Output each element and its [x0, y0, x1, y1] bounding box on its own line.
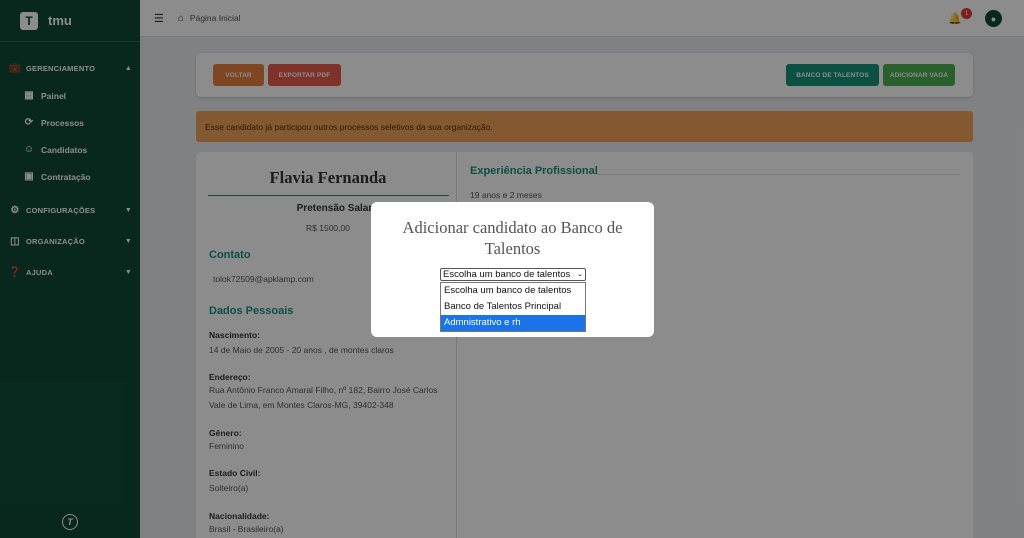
- talent-bank-dropdown: Escolha um banco de talentos Banco de Ta…: [440, 282, 586, 332]
- chevron-down-icon: ⌄: [577, 271, 583, 278]
- add-talent-bank-modal: Adicionar candidato ao Banco de Talentos…: [371, 202, 654, 337]
- modal-title: Adicionar candidato ao Banco de Talentos: [402, 218, 623, 258]
- select-value: Escolha um banco de talentos: [443, 269, 571, 280]
- dropdown-option[interactable]: Escolha um banco de talentos: [441, 283, 585, 299]
- dropdown-option-highlighted[interactable]: Admnistrativo e rh: [441, 315, 585, 331]
- talent-bank-select[interactable]: Escolha um banco de talentos ⌄: [440, 268, 586, 281]
- dropdown-option[interactable]: Banco de Talentos Principal: [441, 299, 585, 315]
